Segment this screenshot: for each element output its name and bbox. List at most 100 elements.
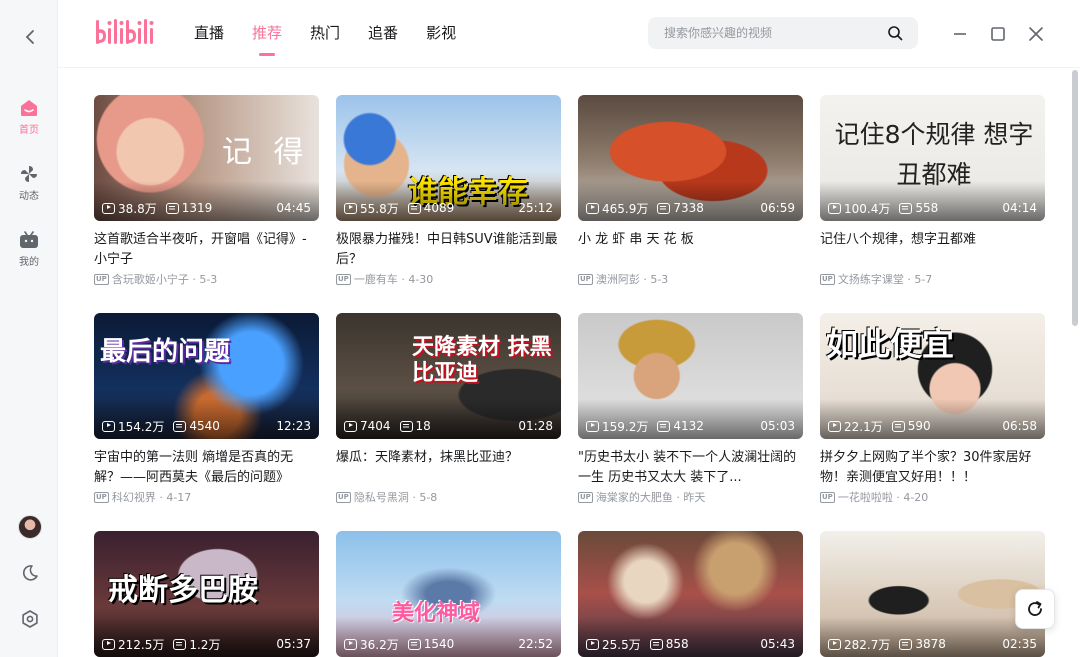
uploader-name[interactable]: 含玩歌姬小宁子 bbox=[112, 271, 189, 287]
view-count: 282.7万 bbox=[844, 637, 891, 652]
video-thumbnail[interactable]: 戒断多巴胺 212.5万 1.2万 05:37 bbox=[94, 531, 319, 657]
maximize-button[interactable] bbox=[986, 22, 1010, 46]
danmaku-icon bbox=[649, 638, 663, 650]
video-card[interactable]: 记住8个规律 想字丑都难 100.4万 558 04:14 记住八个规律，想字丑… bbox=[820, 95, 1045, 287]
video-thumbnail[interactable]: 记住8个规律 想字丑都难 100.4万 558 04:14 bbox=[820, 95, 1045, 221]
video-card[interactable]: 天降素材 抹黑 比亚迪 7404 18 01:28 爆瓜：天降素材，抹黑比亚迪？… bbox=[336, 313, 561, 505]
danmaku-count: 590 bbox=[907, 419, 931, 433]
uploader-name[interactable]: 澳洲阿彭 bbox=[596, 271, 640, 287]
video-thumbnail[interactable]: 25.5万 858 05:43 bbox=[578, 531, 803, 657]
video-thumbnail[interactable]: 最后的问题 154.2万 4540 12:23 bbox=[94, 313, 319, 439]
search-button[interactable] bbox=[886, 24, 904, 42]
view-count: 25.5万 bbox=[602, 637, 641, 652]
refresh-button[interactable] bbox=[1015, 589, 1055, 629]
video-thumbnail[interactable]: 记 得 38.8万 1319 04:45 bbox=[94, 95, 319, 221]
publish-date: 4-17 bbox=[166, 490, 192, 504]
uploader-name[interactable]: 一鹿有车 bbox=[354, 271, 398, 287]
duration: 01:28 bbox=[518, 419, 553, 433]
view-count: 22.1万 bbox=[844, 419, 883, 434]
view-count: 159.2万 bbox=[602, 419, 649, 434]
video-card[interactable]: 最后的问题 154.2万 4540 12:23 宇宙中的第一法则 熵增是否真的无… bbox=[94, 313, 319, 505]
video-card[interactable]: 美化神域 36.2万 1540 22:52 bbox=[336, 531, 561, 657]
video-thumbnail[interactable]: 谁能幸存 55.8万 4089 25:12 bbox=[336, 95, 561, 221]
duration: 04:14 bbox=[1002, 201, 1037, 215]
video-thumbnail[interactable]: 天降素材 抹黑 比亚迪 7404 18 01:28 bbox=[336, 313, 561, 439]
refresh-icon bbox=[1028, 601, 1042, 616]
pinwheel-icon bbox=[21, 166, 37, 182]
video-title[interactable]: 极限暴力摧残！中日韩SUV谁能活到最后？ bbox=[336, 230, 561, 270]
back-button[interactable] bbox=[17, 24, 43, 50]
tab-recommend[interactable]: 推荐 bbox=[252, 0, 282, 68]
close-button[interactable] bbox=[1024, 22, 1048, 46]
video-thumbnail[interactable]: 如此便宜 22.1万 590 06:58 bbox=[820, 313, 1045, 439]
uploader-name[interactable]: 科幻视界 bbox=[112, 489, 156, 505]
video-meta: UP 澳洲阿彭 · 5-3 bbox=[578, 271, 669, 287]
uploader-icon: UP bbox=[820, 273, 835, 285]
video-title[interactable]: "历史书太小 装不下一个人波澜壮阔的一生 历史书又太大 装下了... bbox=[578, 448, 803, 488]
sidebar-item-home[interactable]: 首页 bbox=[0, 97, 58, 136]
tab-live[interactable]: 直播 bbox=[194, 0, 224, 68]
video-stats: 38.8万 1319 04:45 bbox=[102, 200, 311, 216]
video-thumbnail[interactable]: 美化神域 36.2万 1540 22:52 bbox=[336, 531, 561, 657]
video-thumbnail[interactable]: 282.7万 3878 02:35 bbox=[820, 531, 1045, 657]
video-thumbnail[interactable]: 159.2万 4132 05:03 bbox=[578, 313, 803, 439]
video-card[interactable]: 282.7万 3878 02:35 bbox=[820, 531, 1045, 657]
search-icon bbox=[888, 26, 903, 41]
video-card[interactable]: 465.9万 7338 06:59 小 龙 虾 串 天 花 板 UP 澳洲阿彭 ·… bbox=[578, 95, 803, 287]
theme-toggle-button[interactable] bbox=[18, 561, 42, 585]
video-thumbnail[interactable]: 465.9万 7338 06:59 bbox=[578, 95, 803, 221]
scrollbar[interactable] bbox=[1072, 70, 1078, 326]
tab-hot[interactable]: 热门 bbox=[310, 0, 340, 68]
video-title[interactable]: 拼夕夕上网购了半个家？30件家居好物！亲测便宜又好用！！！ bbox=[820, 448, 1045, 488]
play-count-icon bbox=[344, 420, 357, 432]
video-stats: 282.7万 3878 02:35 bbox=[828, 636, 1037, 652]
danmaku-icon bbox=[899, 638, 913, 650]
uploader-icon: UP bbox=[336, 273, 351, 285]
minimize-button[interactable] bbox=[948, 22, 972, 46]
view-count: 7404 bbox=[360, 419, 391, 433]
sidebar-item-label: 动态 bbox=[19, 191, 39, 202]
video-card[interactable]: 谁能幸存 55.8万 4089 25:12 极限暴力摧残！中日韩SUV谁能活到最… bbox=[336, 95, 561, 287]
uploader-icon: UP bbox=[820, 491, 835, 503]
video-title[interactable]: 小 龙 虾 串 天 花 板 bbox=[578, 230, 803, 270]
video-card[interactable]: 159.2万 4132 05:03 "历史书太小 装不下一个人波澜壮阔的一生 历… bbox=[578, 313, 803, 505]
settings-button[interactable] bbox=[18, 607, 42, 631]
uploader-name[interactable]: 文扬练字课堂 bbox=[838, 271, 904, 287]
danmaku-icon bbox=[173, 638, 187, 650]
video-meta: UP 科幻视界 · 4-17 bbox=[94, 489, 192, 505]
danmaku-icon bbox=[899, 202, 913, 214]
danmaku-count: 3878 bbox=[915, 637, 946, 651]
video-title[interactable]: 记住八个规律，想字丑都难 bbox=[820, 230, 1045, 270]
danmaku-count: 4540 bbox=[189, 419, 220, 433]
uploader-icon: UP bbox=[94, 491, 109, 503]
video-card[interactable]: 25.5万 858 05:43 bbox=[578, 531, 803, 657]
thumbnail-caption: 天降素材 抹黑 比亚迪 bbox=[412, 335, 552, 386]
video-card[interactable]: 记 得 38.8万 1319 04:45 这首歌适合半夜听，开窗唱《记得》- 小… bbox=[94, 95, 319, 287]
video-card[interactable]: 戒断多巴胺 212.5万 1.2万 05:37 bbox=[94, 531, 319, 657]
sidebar-item-dynamic[interactable]: 动态 bbox=[0, 163, 58, 202]
danmaku-count: 7338 bbox=[673, 201, 704, 215]
search-input[interactable] bbox=[664, 26, 886, 40]
danmaku-icon bbox=[657, 202, 671, 214]
sidebar-item-mine[interactable]: 我的 bbox=[0, 229, 58, 268]
play-count-icon bbox=[102, 638, 115, 650]
maximize-icon bbox=[991, 27, 1005, 41]
view-count: 154.2万 bbox=[118, 419, 165, 434]
danmaku-count: 4132 bbox=[673, 419, 704, 433]
video-title[interactable]: 爆瓜：天降素材，抹黑比亚迪？ bbox=[336, 448, 561, 488]
video-stats: 25.5万 858 05:43 bbox=[586, 636, 795, 652]
video-title[interactable]: 宇宙中的第一法则 熵增是否真的无解？——阿西莫夫《最后的问题》 bbox=[94, 448, 319, 488]
video-card[interactable]: 如此便宜 22.1万 590 06:58 拼夕夕上网购了半个家？30件家居好物！… bbox=[820, 313, 1045, 505]
uploader-name[interactable]: 海棠家的大肥鱼 bbox=[596, 489, 673, 505]
avatar[interactable] bbox=[18, 515, 42, 539]
tab-anime[interactable]: 追番 bbox=[368, 0, 398, 68]
publish-date: 5-8 bbox=[419, 490, 438, 504]
video-title[interactable]: 这首歌适合半夜听，开窗唱《记得》- 小宁子 bbox=[94, 230, 319, 270]
uploader-name[interactable]: 一花啦啦啦 bbox=[838, 489, 893, 505]
video-stats: 465.9万 7338 06:59 bbox=[586, 200, 795, 216]
tab-movies[interactable]: 影视 bbox=[426, 0, 456, 68]
uploader-name[interactable]: 隐私号黑洞 bbox=[354, 489, 409, 505]
danmaku-icon bbox=[891, 420, 905, 432]
uploader-icon: UP bbox=[94, 273, 109, 285]
duration: 05:03 bbox=[760, 419, 795, 433]
